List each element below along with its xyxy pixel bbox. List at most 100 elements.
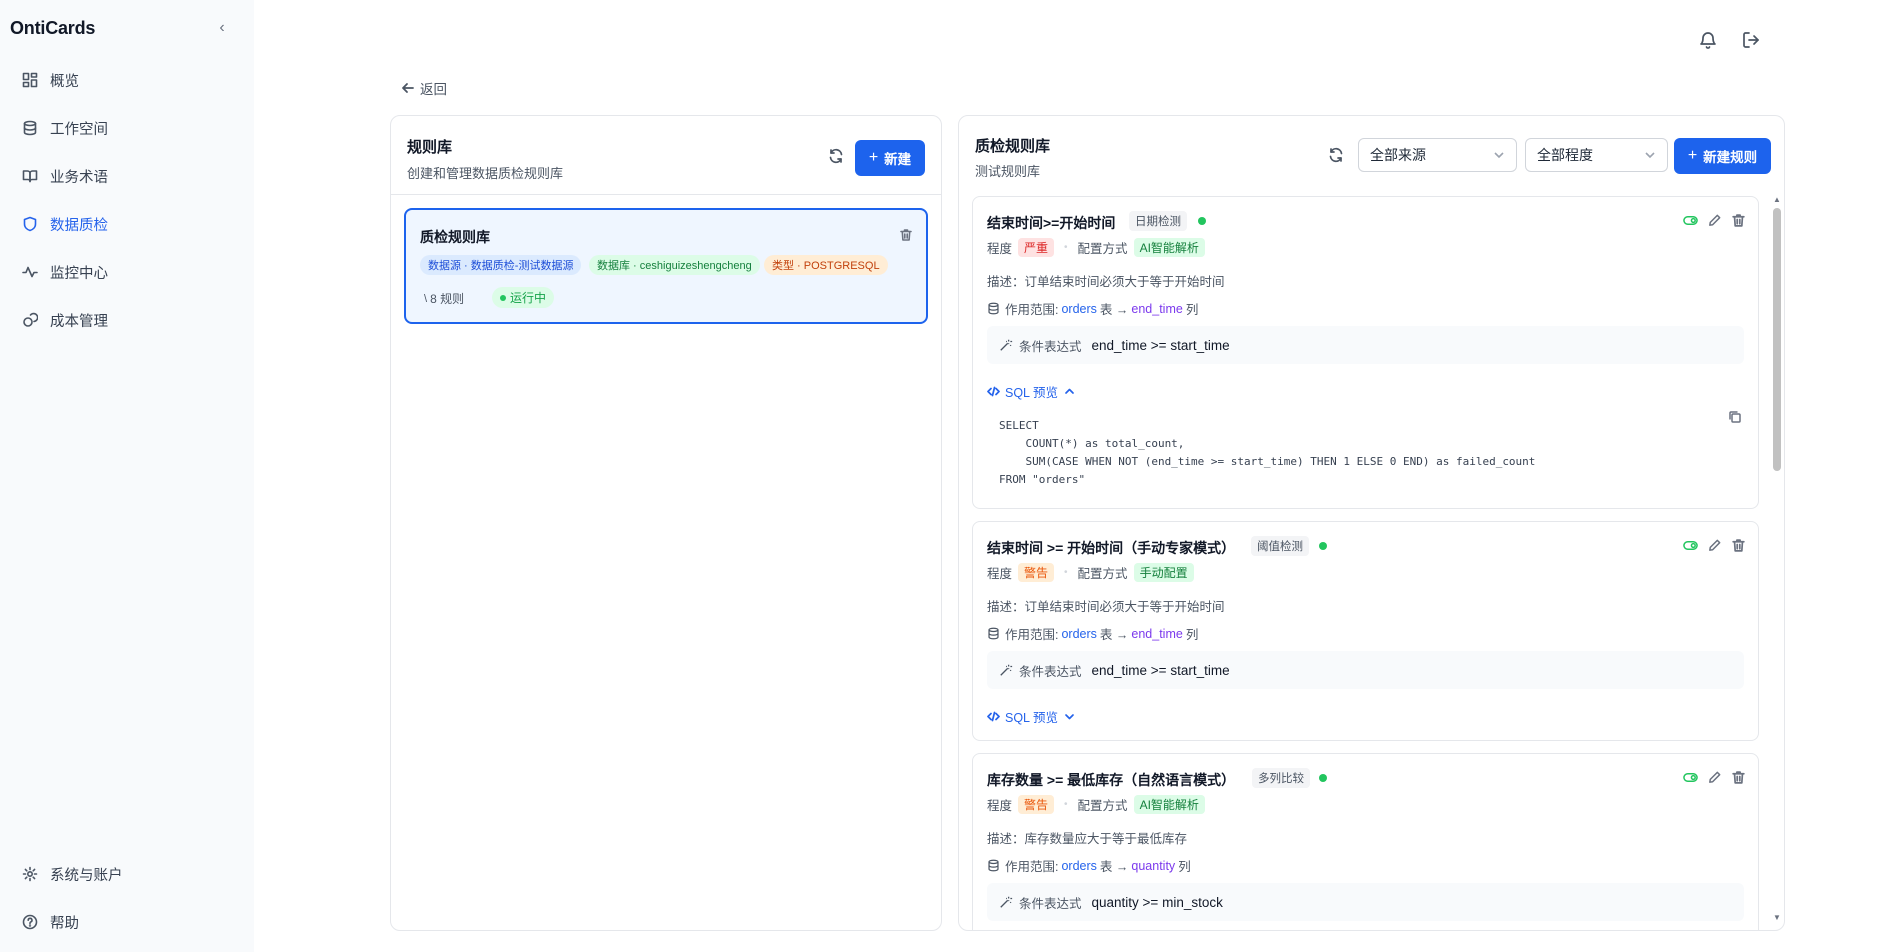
logout-icon[interactable] bbox=[1741, 30, 1763, 52]
app-root: OntiCards ‹ 概览 工作空间 业务术语 数据质检 监控中心 成本管理 bbox=[0, 0, 1900, 952]
coins-icon bbox=[21, 311, 39, 329]
rule-meta-row: 程度 警告 • 配置方式 AI智能解析 bbox=[987, 795, 1205, 814]
condition-expression: end_time >= start_time bbox=[1091, 662, 1230, 678]
config-label: 配置方式 bbox=[1077, 799, 1128, 813]
code-icon bbox=[987, 711, 1000, 722]
chevron-down-icon bbox=[1643, 148, 1657, 162]
sidebar-item-label: 成本管理 bbox=[50, 313, 108, 330]
bell-icon[interactable] bbox=[1698, 30, 1720, 52]
database-icon bbox=[987, 302, 1001, 316]
panel-title: 质检规则库 bbox=[975, 138, 1051, 155]
sql-preview-label: SQL 预览 bbox=[1005, 711, 1059, 725]
scope-label: 作用范围: bbox=[1005, 860, 1059, 874]
rule-meta-row: 程度 警告 • 配置方式 手动配置 bbox=[987, 563, 1194, 582]
trash-icon[interactable] bbox=[1730, 769, 1746, 785]
sidebar-item-monitoring[interactable]: 监控中心 bbox=[10, 254, 242, 290]
condition-label: 条件表达式 bbox=[1019, 339, 1082, 354]
sidebar-item-glossary[interactable]: 业务术语 bbox=[10, 158, 242, 194]
column-word: 列 bbox=[1185, 303, 1199, 317]
sidebar-item-help[interactable]: 帮助 bbox=[10, 904, 242, 940]
rule-type-badge: 日期检测 bbox=[1129, 211, 1187, 231]
scope-column: end_time bbox=[1131, 301, 1183, 316]
config-badge: AI智能解析 bbox=[1133, 795, 1205, 814]
panel-subtitle: 创建和管理数据质检规则库 bbox=[407, 166, 564, 181]
source-filter-value: 全部来源 bbox=[1370, 147, 1426, 163]
library-card[interactable]: 质检规则库 数据源 · 数据质检-测试数据源 数据库 · ceshiguizes… bbox=[404, 208, 928, 324]
config-badge: AI智能解析 bbox=[1133, 238, 1205, 257]
rule-scope: 作用范围: orders 表 → quantity 列 bbox=[987, 856, 1191, 875]
shield-icon bbox=[21, 215, 39, 233]
sql-preview-toggle[interactable]: SQL 预览 bbox=[987, 382, 1076, 401]
back-link[interactable]: 返回 bbox=[401, 78, 447, 98]
toggle-icon[interactable] bbox=[1682, 769, 1698, 785]
sql-preview-toggle[interactable]: SQL 预览 bbox=[987, 707, 1076, 726]
sidebar-item-label: 业务术语 bbox=[50, 169, 108, 186]
back-label: 返回 bbox=[420, 82, 447, 97]
status-badge: 运行中 bbox=[492, 287, 555, 308]
sidebar-item-workspace[interactable]: 工作空间 bbox=[10, 110, 242, 146]
wand-icon bbox=[1000, 339, 1013, 351]
rule-status-dot bbox=[1319, 542, 1327, 550]
trash-icon[interactable] bbox=[899, 228, 915, 244]
sidebar-item-label: 概览 bbox=[50, 73, 79, 90]
scroll-up-icon[interactable]: ▲ bbox=[1773, 196, 1781, 204]
rule-card: 库存数量 >= 最低库存（自然语言模式） 多列比较 程度 警告 • 配置方式 A… bbox=[972, 753, 1759, 930]
severity-label: 程度 bbox=[987, 242, 1013, 256]
brand-logo: OntiCards bbox=[10, 18, 96, 38]
scrollbar[interactable]: ▲ ▼ bbox=[1771, 196, 1783, 926]
sidebar: OntiCards ‹ 概览 工作空间 业务术语 数据质检 监控中心 成本管理 bbox=[0, 0, 254, 952]
rule-scope: 作用范围: orders 表 → end_time 列 bbox=[987, 299, 1198, 318]
plus-icon: + bbox=[868, 149, 879, 166]
config-badge: 手动配置 bbox=[1133, 563, 1194, 582]
help-icon bbox=[21, 913, 39, 931]
sidebar-item-cost[interactable]: 成本管理 bbox=[10, 302, 242, 338]
gear-icon bbox=[21, 865, 39, 883]
rule-count: \ 8 规则 bbox=[424, 290, 464, 307]
rule-count-label: 8 规则 bbox=[430, 292, 465, 306]
new-library-button[interactable]: + 新建 bbox=[855, 140, 925, 176]
wand-icon bbox=[1000, 664, 1013, 676]
scope-table: orders bbox=[1061, 301, 1097, 316]
table-word: 表 → bbox=[1099, 860, 1129, 874]
new-library-label: 新建 bbox=[884, 152, 912, 167]
database-icon bbox=[21, 119, 39, 137]
book-icon bbox=[21, 167, 39, 185]
type-tag: 类型 · POSTGRESQL bbox=[764, 255, 888, 275]
sidebar-item-data-quality[interactable]: 数据质检 bbox=[10, 206, 242, 242]
dashboard-icon bbox=[21, 71, 39, 89]
rule-type-badge: 多列比较 bbox=[1252, 768, 1310, 788]
library-card-title: 质检规则库 bbox=[420, 229, 490, 245]
rule-meta-row: 程度 严重 • 配置方式 AI智能解析 bbox=[987, 238, 1205, 257]
source-filter-select[interactable]: 全部来源 bbox=[1358, 138, 1517, 172]
refresh-icon[interactable] bbox=[828, 148, 846, 166]
divider bbox=[391, 194, 941, 195]
severity-label: 程度 bbox=[987, 567, 1013, 581]
scope-label: 作用范围: bbox=[1005, 628, 1059, 642]
trash-icon[interactable] bbox=[1730, 212, 1746, 228]
scroll-thumb[interactable] bbox=[1773, 208, 1781, 471]
status-label: 运行中 bbox=[510, 291, 547, 305]
sidebar-item-settings[interactable]: 系统与账户 bbox=[10, 856, 242, 892]
edit-icon[interactable] bbox=[1706, 769, 1722, 785]
toggle-icon[interactable] bbox=[1682, 212, 1698, 228]
collapse-sidebar-icon[interactable]: ‹ bbox=[214, 19, 230, 37]
separator-dot: • bbox=[1064, 567, 1068, 578]
toggle-icon[interactable] bbox=[1682, 537, 1698, 553]
severity-badge: 警告 bbox=[1018, 795, 1055, 814]
new-rule-button[interactable]: + 新建规则 bbox=[1674, 138, 1771, 174]
rule-actions bbox=[1682, 769, 1746, 785]
trash-icon[interactable] bbox=[1730, 537, 1746, 553]
column-word: 列 bbox=[1185, 628, 1199, 642]
refresh-icon[interactable] bbox=[1328, 147, 1346, 165]
panel-subtitle: 测试规则库 bbox=[975, 164, 1041, 179]
panel-title: 规则库 bbox=[407, 139, 453, 156]
sidebar-item-overview[interactable]: 概览 bbox=[10, 62, 242, 98]
rule-actions bbox=[1682, 212, 1746, 228]
edit-icon[interactable] bbox=[1706, 537, 1722, 553]
sql-code: SELECT COUNT(*) as total_count, SUM(CASE… bbox=[999, 419, 1536, 486]
severity-filter-select[interactable]: 全部程度 bbox=[1525, 138, 1668, 172]
rule-scope: 作用范围: orders 表 → end_time 列 bbox=[987, 624, 1198, 643]
scroll-down-icon[interactable]: ▼ bbox=[1773, 914, 1781, 922]
chevron-up-icon bbox=[1065, 388, 1074, 394]
edit-icon[interactable] bbox=[1706, 212, 1722, 228]
